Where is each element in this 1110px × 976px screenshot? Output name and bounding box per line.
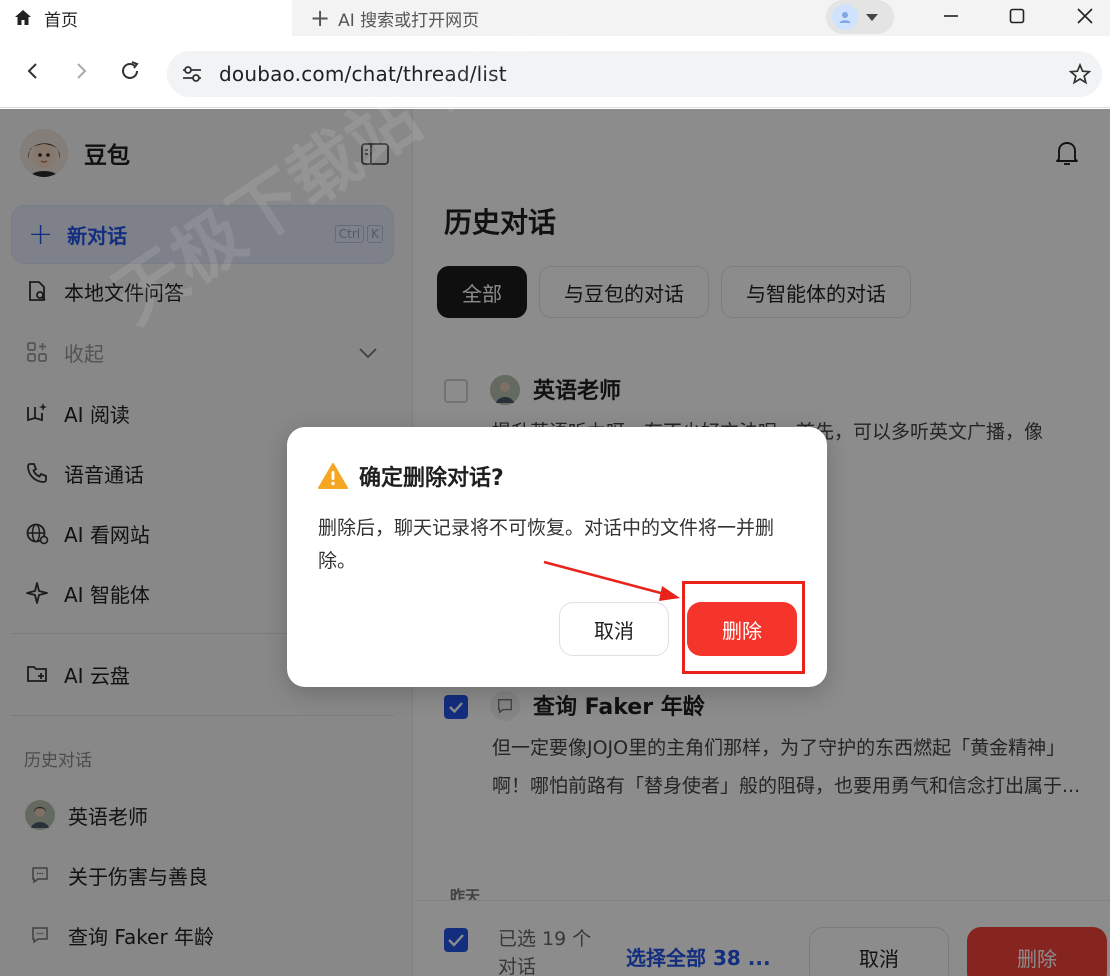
- profile-button[interactable]: [826, 0, 894, 34]
- home-icon: [12, 7, 34, 29]
- bookmark-star-icon[interactable]: [1068, 62, 1092, 86]
- browser-tab-strip: 首页 + AI 搜索或打开网页: [0, 0, 1110, 36]
- dialog-title: 确定删除对话?: [359, 466, 504, 491]
- tab-title: 首页: [44, 10, 78, 31]
- site-settings-icon[interactable]: [179, 61, 205, 87]
- forward-button[interactable]: [66, 56, 96, 86]
- profile-avatar-icon: [832, 4, 858, 30]
- new-tab-button[interactable]: + AI 搜索或打开网页: [310, 0, 479, 36]
- warning-icon: [318, 462, 348, 490]
- close-window-button[interactable]: [1052, 0, 1110, 32]
- highlight-box: [682, 581, 805, 674]
- reload-button[interactable]: [115, 56, 145, 86]
- plus-icon: +: [310, 4, 331, 32]
- address-bar-row: doubao.com/chat/thread/list: [0, 36, 1110, 108]
- annotation-arrow-icon: [543, 560, 680, 601]
- maximize-button[interactable]: [984, 0, 1050, 32]
- minimize-button[interactable]: [918, 0, 984, 32]
- url-bar[interactable]: doubao.com/chat/thread/list: [167, 51, 1102, 97]
- browser-tab-active[interactable]: 首页: [0, 0, 292, 36]
- chevron-down-icon: [866, 13, 878, 21]
- dialog-cancel-button[interactable]: 取消: [559, 602, 669, 656]
- url-text: doubao.com/chat/thread/list: [219, 62, 507, 86]
- back-button[interactable]: [18, 56, 48, 86]
- new-tab-label: AI 搜索或打开网页: [338, 10, 480, 31]
